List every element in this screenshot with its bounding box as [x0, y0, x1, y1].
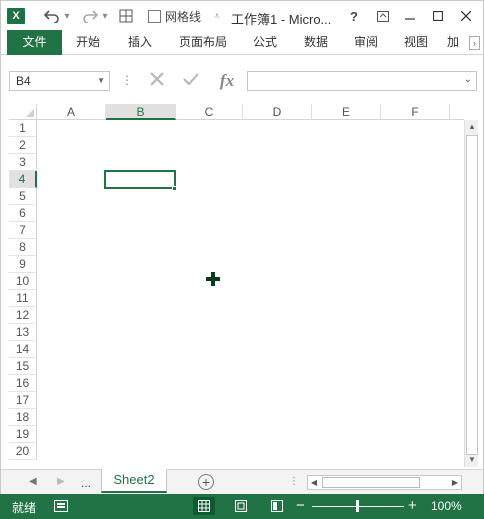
undo-dropdown-icon[interactable]: ▾: [63, 7, 71, 25]
customize-toolbar-icon[interactable]: ⩡: [213, 7, 221, 25]
close-icon[interactable]: [459, 7, 473, 25]
tab-view[interactable]: 视图: [397, 30, 435, 55]
horizontal-scrollbar[interactable]: ◀ ▶: [307, 475, 462, 490]
active-cell-b4[interactable]: [104, 170, 176, 189]
column-header-g[interactable]: [450, 104, 464, 120]
macro-recording-icon[interactable]: [54, 500, 68, 512]
zoom-slider-thumb[interactable]: [356, 500, 359, 512]
worksheet-grid: A B C D E F 1 2 3 4 5 6 7 8 9 10 11 12 1…: [0, 101, 484, 469]
maximize-icon[interactable]: [431, 7, 445, 25]
zoom-in-button[interactable]: +: [408, 497, 417, 514]
formula-bar: B4 ▼ ⋮ fx ⌄: [0, 55, 484, 101]
tab-formulas[interactable]: 公式: [246, 30, 284, 55]
row-header-5[interactable]: 5: [9, 188, 37, 205]
cancel-icon[interactable]: [142, 69, 172, 93]
column-header-f[interactable]: F: [381, 104, 450, 120]
borders-icon[interactable]: [117, 7, 135, 25]
mouse-cursor-cross-icon: [206, 272, 220, 286]
ribbon-scroll-right-icon[interactable]: ›: [469, 36, 480, 50]
row-header-19[interactable]: 19: [9, 426, 37, 443]
next-sheet-icon[interactable]: ▶: [57, 476, 65, 487]
row-header-9[interactable]: 9: [9, 256, 37, 273]
row-header-18[interactable]: 18: [9, 409, 37, 426]
row-header-13[interactable]: 13: [9, 324, 37, 341]
column-header-b[interactable]: B: [106, 104, 176, 120]
help-icon[interactable]: ?: [347, 7, 361, 25]
redo-icon[interactable]: [79, 7, 101, 25]
tab-insert[interactable]: 插入: [121, 30, 159, 55]
redo-dropdown-icon[interactable]: ▾: [101, 7, 109, 25]
zoom-level[interactable]: 100%: [431, 499, 462, 513]
tab-review[interactable]: 审阅: [347, 30, 385, 55]
row-header-12[interactable]: 12: [9, 307, 37, 324]
title-bar: X ▾ ▾ 网格线 ⩡ 工作簿1 - Micro... ?: [0, 0, 484, 30]
minimize-icon[interactable]: [403, 7, 417, 25]
scroll-right-icon[interactable]: ▶: [449, 476, 461, 489]
page-layout-view-button[interactable]: [230, 497, 252, 515]
row-header-1[interactable]: 1: [9, 120, 37, 137]
gridlines-checkbox[interactable]: [147, 7, 161, 25]
window-title: 工作簿1 - Micro...: [231, 11, 332, 27]
tab-addins[interactable]: 加: [447, 30, 469, 55]
zoom-out-button[interactable]: −: [296, 497, 305, 514]
sheet-tab-bar: ◀ ▶ ... Sheet2 + ⋮ ◀ ▶: [0, 469, 484, 494]
status-bar: 就绪 − + 100%: [0, 494, 484, 519]
name-box-dropdown-icon[interactable]: ▼: [97, 72, 105, 90]
column-header-a[interactable]: A: [37, 104, 106, 120]
status-ready-text: 就绪: [12, 501, 37, 515]
column-header-e[interactable]: E: [312, 104, 381, 120]
formula-input[interactable]: ⌄: [247, 71, 477, 91]
add-sheet-icon[interactable]: +: [198, 474, 214, 490]
horizontal-scroll-thumb[interactable]: [322, 477, 420, 488]
ribbon-tabs: 文件 开始 插入 页面布局 公式 数据 审阅 视图 加 ›: [0, 30, 484, 55]
normal-view-button[interactable]: [193, 497, 215, 515]
row-header-8[interactable]: 8: [9, 239, 37, 256]
ribbon-display-icon[interactable]: [375, 7, 391, 25]
excel-logo-icon: X: [7, 8, 25, 24]
select-all-button[interactable]: [9, 104, 37, 120]
row-header-20[interactable]: 20: [9, 443, 37, 460]
row-header-2[interactable]: 2: [9, 137, 37, 154]
column-header-c[interactable]: C: [176, 104, 243, 120]
tab-split-handle-icon[interactable]: ⋮: [289, 476, 299, 487]
column-header-d[interactable]: D: [243, 104, 312, 120]
row-header-14[interactable]: 14: [9, 341, 37, 358]
page-break-view-button[interactable]: [266, 497, 288, 515]
insert-function-icon[interactable]: fx: [212, 69, 242, 93]
previous-sheet-icon[interactable]: ◀: [29, 476, 37, 487]
scroll-down-icon[interactable]: ▼: [465, 453, 479, 467]
row-header-10[interactable]: 10: [9, 273, 37, 290]
sheet-tab-sheet2[interactable]: Sheet2: [101, 469, 167, 493]
gridlines-label: 网格线: [165, 9, 202, 24]
formula-bar-grip-icon[interactable]: ⋮: [121, 73, 133, 87]
row-header-4[interactable]: 4: [9, 171, 37, 188]
enter-icon[interactable]: [176, 69, 206, 93]
vertical-scrollbar[interactable]: ▲ ▼: [464, 120, 478, 467]
tab-file[interactable]: 文件: [7, 30, 62, 55]
row-header-15[interactable]: 15: [9, 358, 37, 375]
row-header-16[interactable]: 16: [9, 375, 37, 392]
row-header-17[interactable]: 17: [9, 392, 37, 409]
row-header-7[interactable]: 7: [9, 222, 37, 239]
row-header-3[interactable]: 3: [9, 154, 37, 171]
scroll-left-icon[interactable]: ◀: [308, 476, 320, 489]
row-header-11[interactable]: 11: [9, 290, 37, 307]
vertical-scroll-thumb[interactable]: [466, 135, 478, 455]
tab-home[interactable]: 开始: [69, 30, 107, 55]
tab-data[interactable]: 数据: [297, 30, 335, 55]
tab-page-layout[interactable]: 页面布局: [173, 30, 233, 55]
scroll-up-icon[interactable]: ▲: [465, 120, 479, 134]
cell-area[interactable]: [37, 120, 464, 467]
undo-icon[interactable]: [41, 7, 63, 25]
row-header-6[interactable]: 6: [9, 205, 37, 222]
more-sheets-button[interactable]: ...: [81, 476, 91, 490]
name-box[interactable]: B4 ▼: [9, 71, 110, 91]
name-box-value: B4: [16, 74, 31, 88]
fill-handle[interactable]: [172, 186, 177, 191]
expand-formula-bar-icon[interactable]: ⌄: [464, 74, 472, 85]
